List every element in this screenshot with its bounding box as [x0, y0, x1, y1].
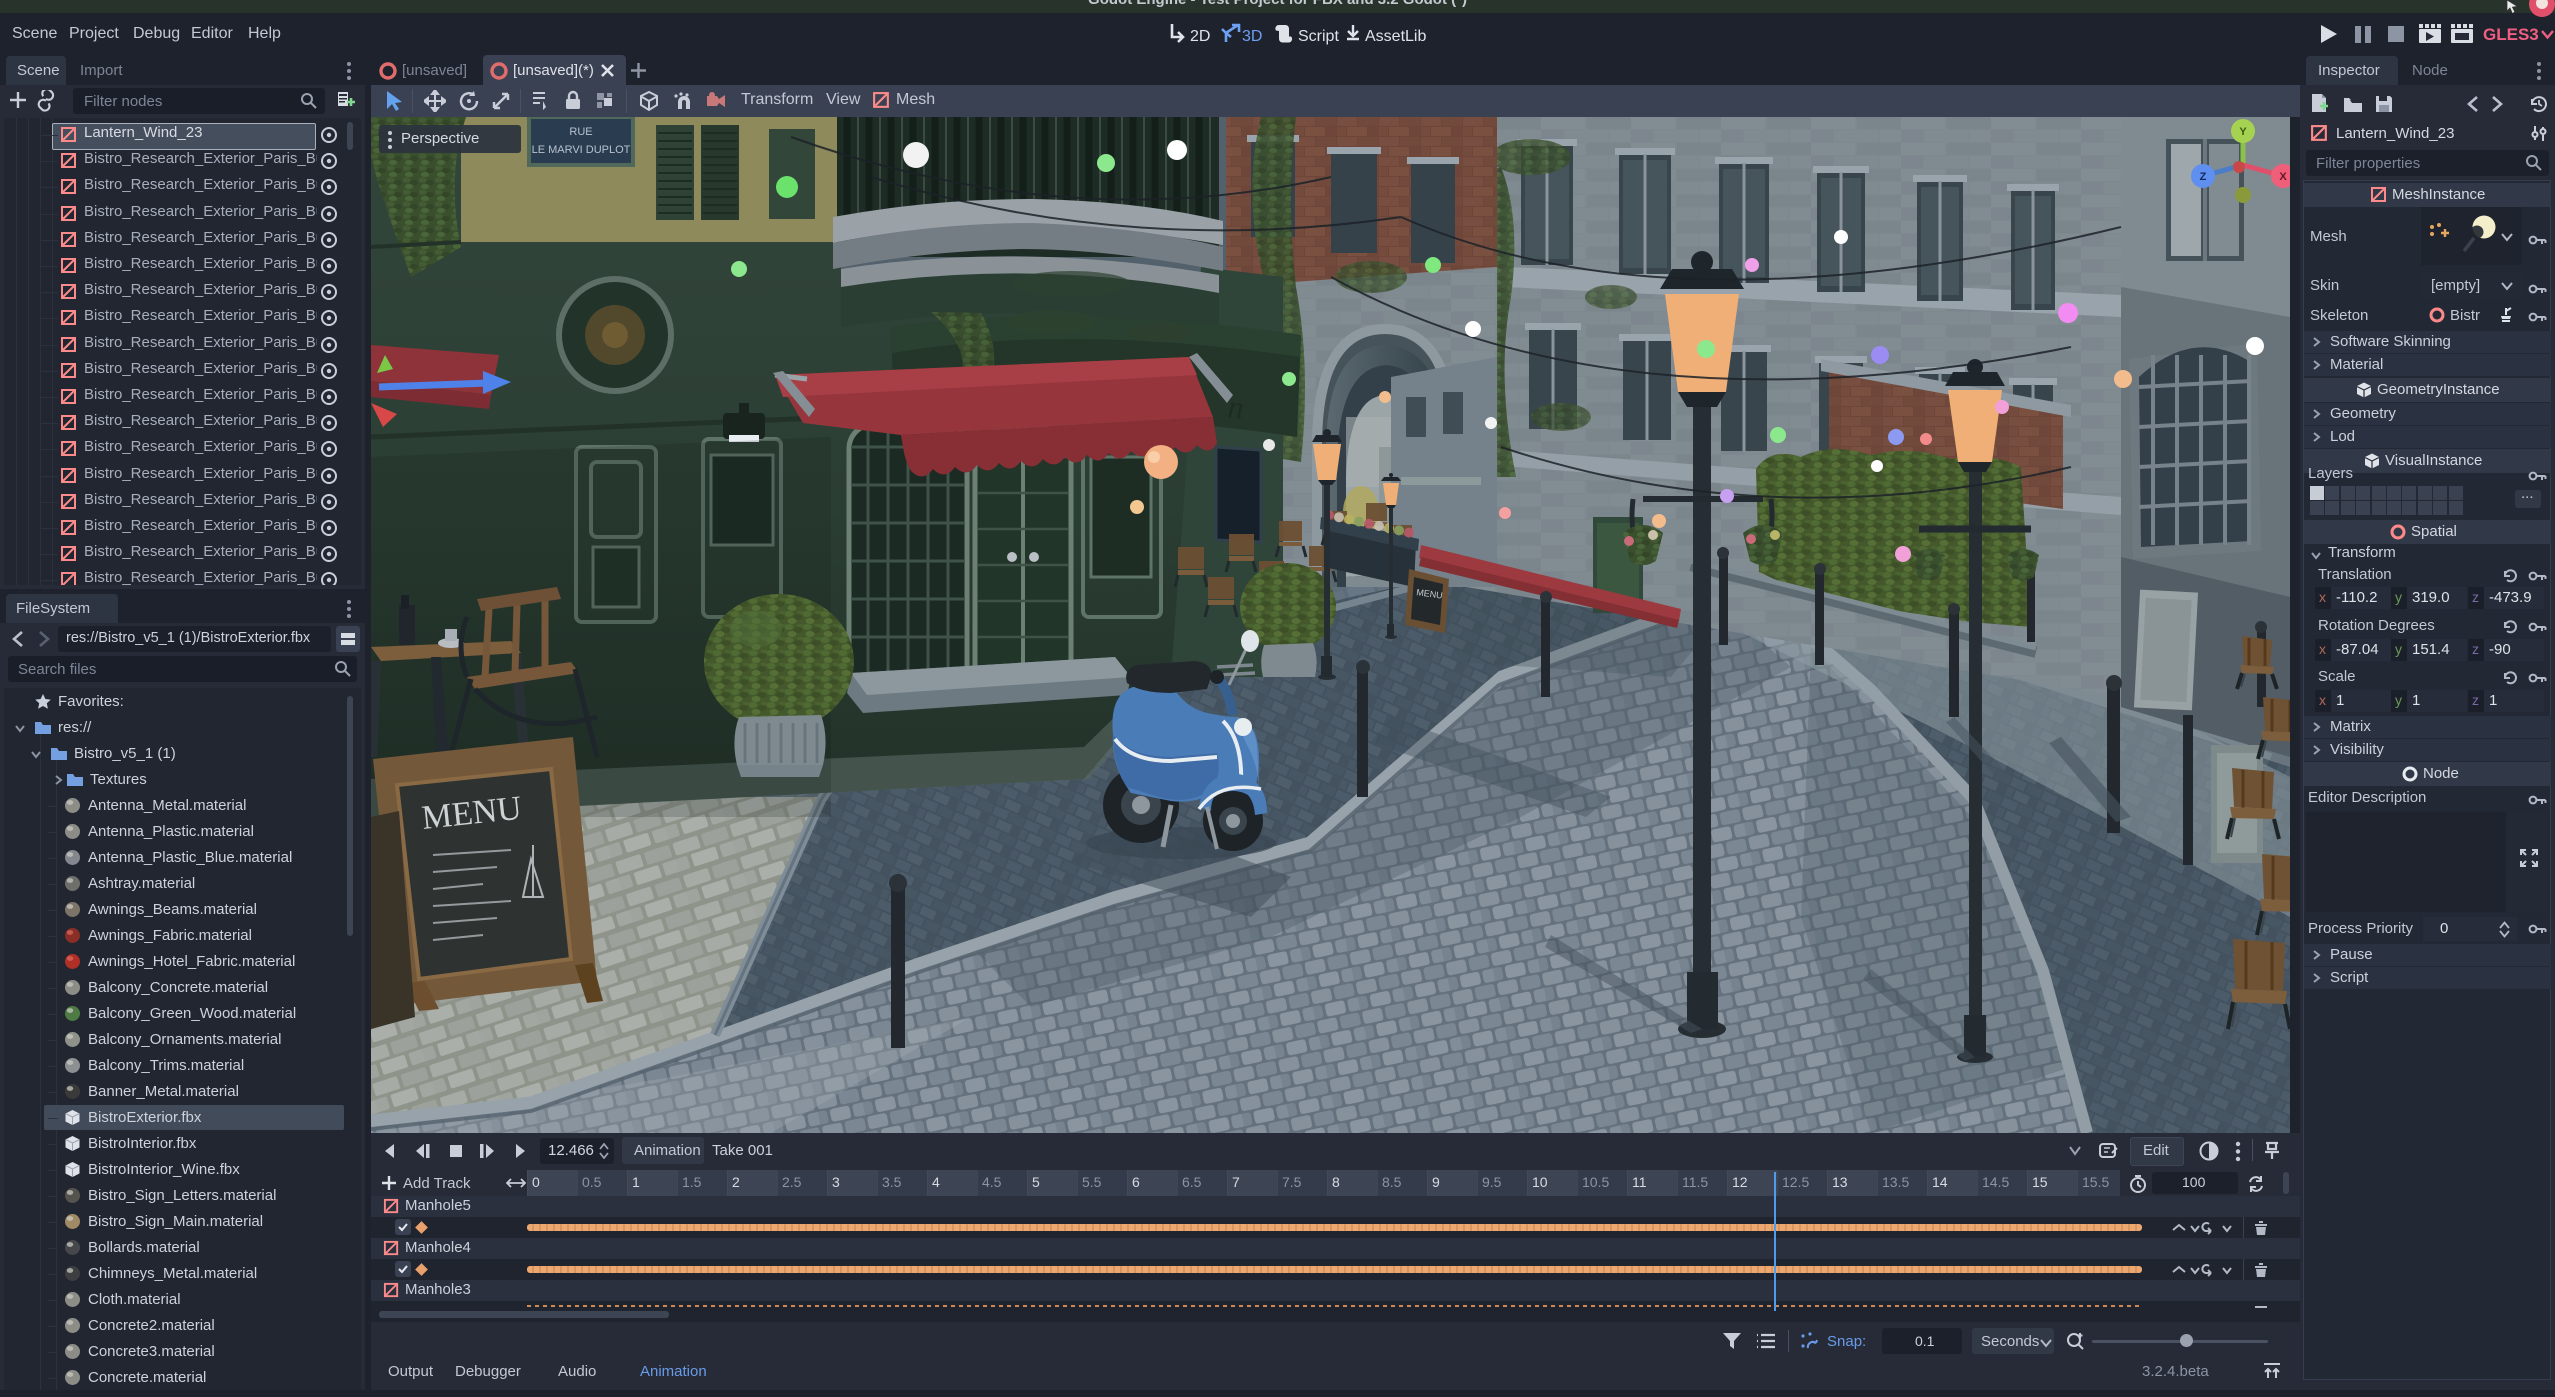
svg-text:LE MARVI DUPLOT: LE MARVI DUPLOT [532, 144, 631, 156]
svg-text:RUE: RUE [569, 126, 592, 138]
svg-text:2D: 2D [1190, 28, 1210, 45]
svg-text:AssetLib: AssetLib [1365, 28, 1426, 45]
svg-text:Z: Z [2200, 171, 2207, 183]
svg-text:X: X [2279, 171, 2287, 183]
svg-text:GLES3: GLES3 [2483, 25, 2539, 44]
svg-text:3D: 3D [1242, 28, 1262, 45]
svg-text:Y: Y [2239, 126, 2247, 138]
svg-text:Script: Script [1298, 28, 1339, 45]
